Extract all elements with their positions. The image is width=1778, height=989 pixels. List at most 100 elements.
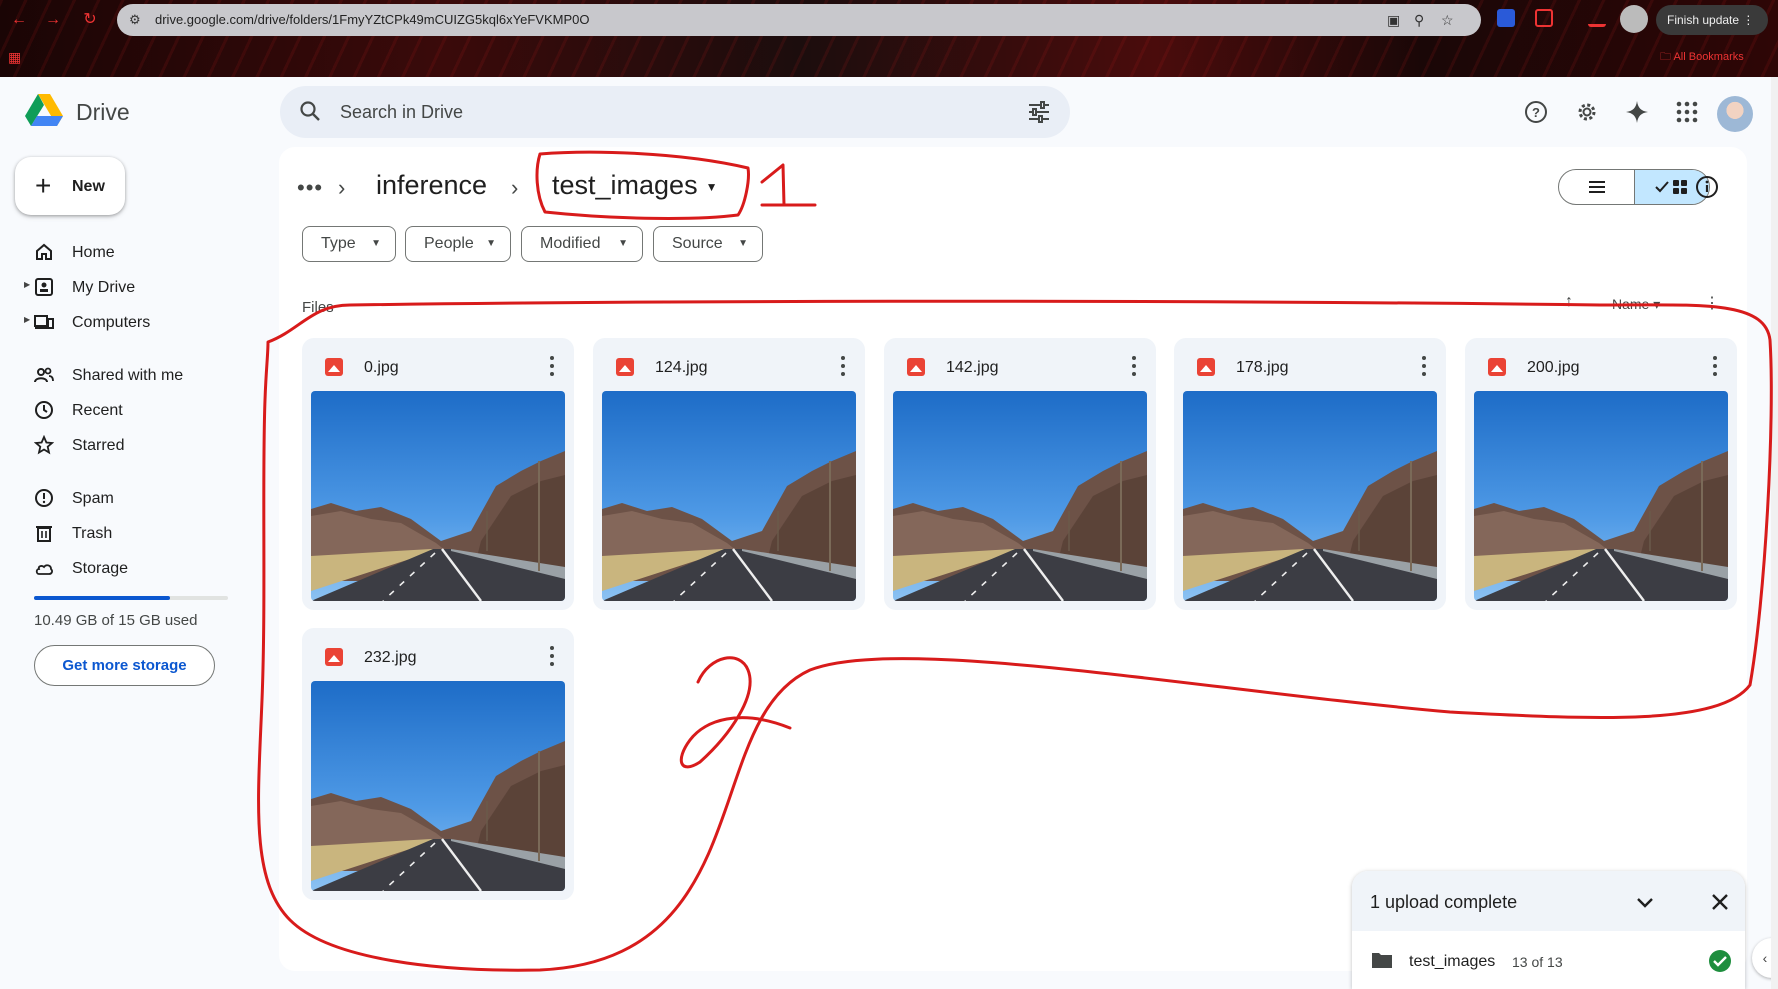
drive-brand[interactable]: Drive: [76, 99, 130, 126]
profile-icon[interactable]: [1620, 5, 1648, 33]
list-view-button[interactable]: [1559, 170, 1634, 204]
sidebar-item-trash[interactable]: Trash: [24, 517, 254, 549]
sidebar-item-starred[interactable]: Starred: [24, 429, 254, 461]
zoom-icon[interactable]: ⚲: [1414, 12, 1424, 29]
file-thumbnail[interactable]: [1183, 391, 1437, 601]
file-thumbnail[interactable]: [311, 391, 565, 601]
url-text[interactable]: drive.google.com/drive/folders/1FmyYZtCP…: [155, 12, 589, 27]
file-card[interactable]: 232.jpg: [302, 628, 574, 900]
breadcrumb-more-icon[interactable]: •••: [297, 175, 323, 201]
finish-update-button[interactable]: Finish update ⋮: [1656, 5, 1768, 35]
dropdown-arrow-icon: ▼: [486, 238, 496, 249]
reload-icon[interactable]: ↻: [80, 10, 100, 30]
grid-view-icon: [1655, 180, 1687, 194]
forward-icon[interactable]: →: [43, 10, 63, 30]
file-thumbnail[interactable]: [602, 391, 856, 601]
upload-item-name[interactable]: test_images: [1409, 953, 1495, 971]
file-thumbnail[interactable]: [1474, 391, 1728, 601]
site-info-icon[interactable]: ⚙: [129, 12, 145, 28]
close-icon[interactable]: [1709, 891, 1731, 913]
address-bar[interactable]: ⚙ drive.google.com/drive/folders/1FmyYZt…: [117, 4, 1481, 36]
more-actions-icon[interactable]: [1129, 354, 1139, 378]
account-avatar[interactable]: [1717, 96, 1753, 132]
page-scrollbar[interactable]: [1771, 77, 1778, 989]
all-bookmarks-link[interactable]: 🗀 All Bookmarks: [1660, 48, 1744, 67]
dropdown-arrow-icon: ▼: [618, 238, 628, 249]
file-thumbnail[interactable]: [893, 391, 1147, 601]
bookmark-star-icon[interactable]: ☆: [1441, 12, 1454, 29]
filter-type-chip[interactable]: Type ▼: [302, 226, 396, 262]
sidebar-item-spam[interactable]: Spam: [24, 482, 254, 514]
back-icon[interactable]: ←: [9, 10, 29, 30]
image-file-icon: [616, 358, 634, 376]
file-card[interactable]: 0.jpg: [302, 338, 574, 610]
apps-grid-icon[interactable]: [1673, 98, 1701, 126]
sidebar-item-recent[interactable]: Recent: [24, 394, 254, 426]
sidebar-item-computers[interactable]: ▶ Computers: [24, 306, 254, 338]
upload-item-count: 13 of 13: [1512, 954, 1563, 970]
more-actions-icon[interactable]: [838, 354, 848, 378]
storage-usage-text: 10.49 GB of 15 GB used: [34, 612, 198, 629]
file-thumbnail[interactable]: [311, 681, 565, 891]
apps-grid-icon[interactable]: ▦: [8, 49, 24, 65]
dropdown-arrow-icon: ▼: [371, 238, 381, 249]
sort-direction-icon[interactable]: ↑: [1565, 293, 1573, 311]
collapse-chevron-icon[interactable]: [1634, 891, 1656, 913]
storage-progress-bar: [34, 596, 228, 600]
svg-text:?: ?: [1532, 105, 1540, 120]
spam-icon: [35, 489, 53, 507]
expand-caret-icon[interactable]: ▶: [24, 280, 30, 289]
sort-by-name-button[interactable]: Name ▾: [1612, 296, 1660, 313]
home-icon: [36, 243, 52, 260]
filter-source-chip[interactable]: Source ▼: [653, 226, 763, 262]
filter-modified-chip[interactable]: Modified ▼: [521, 226, 643, 262]
sidebar-item-shared-with-me[interactable]: Shared with me: [24, 359, 254, 391]
gemini-sparkle-icon[interactable]: [1623, 98, 1651, 126]
info-icon[interactable]: [1694, 174, 1720, 200]
upload-status-panel: 1 upload complete test_images 13 of 13: [1352, 871, 1745, 989]
more-actions-icon[interactable]: [1419, 354, 1429, 378]
more-actions-icon[interactable]: [547, 644, 557, 668]
breadcrumb-current-folder[interactable]: test_images ▼: [552, 170, 717, 201]
sidebar-item-home[interactable]: Home: [24, 236, 254, 268]
search-options-icon[interactable]: [1026, 99, 1052, 125]
new-button[interactable]: + New: [15, 157, 125, 215]
star-icon: [34, 435, 54, 455]
upload-status-title: 1 upload complete: [1370, 892, 1518, 912]
view-toggle[interactable]: [1558, 169, 1710, 205]
file-card[interactable]: 178.jpg: [1174, 338, 1446, 610]
get-more-storage-button[interactable]: Get more storage: [34, 645, 215, 686]
filter-people-chip[interactable]: People ▼: [405, 226, 511, 262]
trash-icon: [36, 526, 52, 542]
image-file-icon: [907, 358, 925, 376]
list-view-icon: [1588, 181, 1605, 193]
more-actions-icon[interactable]: [1710, 354, 1720, 378]
install-icon[interactable]: ▣: [1387, 12, 1400, 29]
drive-logo-icon[interactable]: [25, 93, 63, 127]
file-card[interactable]: 124.jpg: [593, 338, 865, 610]
search-input[interactable]: [340, 98, 980, 126]
sidebar-item-storage[interactable]: Storage: [24, 552, 254, 584]
extension-puzzle-icon[interactable]: [1535, 9, 1553, 27]
my-drive-icon: [35, 278, 53, 296]
file-card[interactable]: 200.jpg: [1465, 338, 1737, 610]
breadcrumb-separator-icon: ›: [511, 175, 519, 200]
media-icon[interactable]: [1588, 9, 1606, 27]
breadcrumb-parent-folder[interactable]: inference: [376, 170, 487, 201]
files-section-label: Files: [302, 299, 334, 316]
help-icon[interactable]: ?: [1522, 98, 1550, 126]
more-options-icon[interactable]: ⋮: [1704, 293, 1720, 313]
file-card[interactable]: 142.jpg: [884, 338, 1156, 610]
browser-chrome: ← → ↻ ⚙ drive.google.com/drive/folders/1…: [0, 0, 1778, 77]
more-actions-icon[interactable]: [547, 354, 557, 378]
settings-gear-icon[interactable]: [1573, 98, 1601, 126]
search-icon[interactable]: [298, 99, 322, 123]
search-bar[interactable]: [280, 86, 1070, 138]
expand-caret-icon[interactable]: ▶: [24, 315, 30, 324]
extension-icon[interactable]: [1497, 9, 1515, 27]
sidebar-item-my-drive[interactable]: ▶ My Drive: [24, 271, 254, 303]
image-file-icon: [325, 648, 343, 666]
dropdown-arrow-icon: ▼: [738, 238, 748, 249]
image-file-icon: [1488, 358, 1506, 376]
cloud-icon: [35, 564, 53, 575]
